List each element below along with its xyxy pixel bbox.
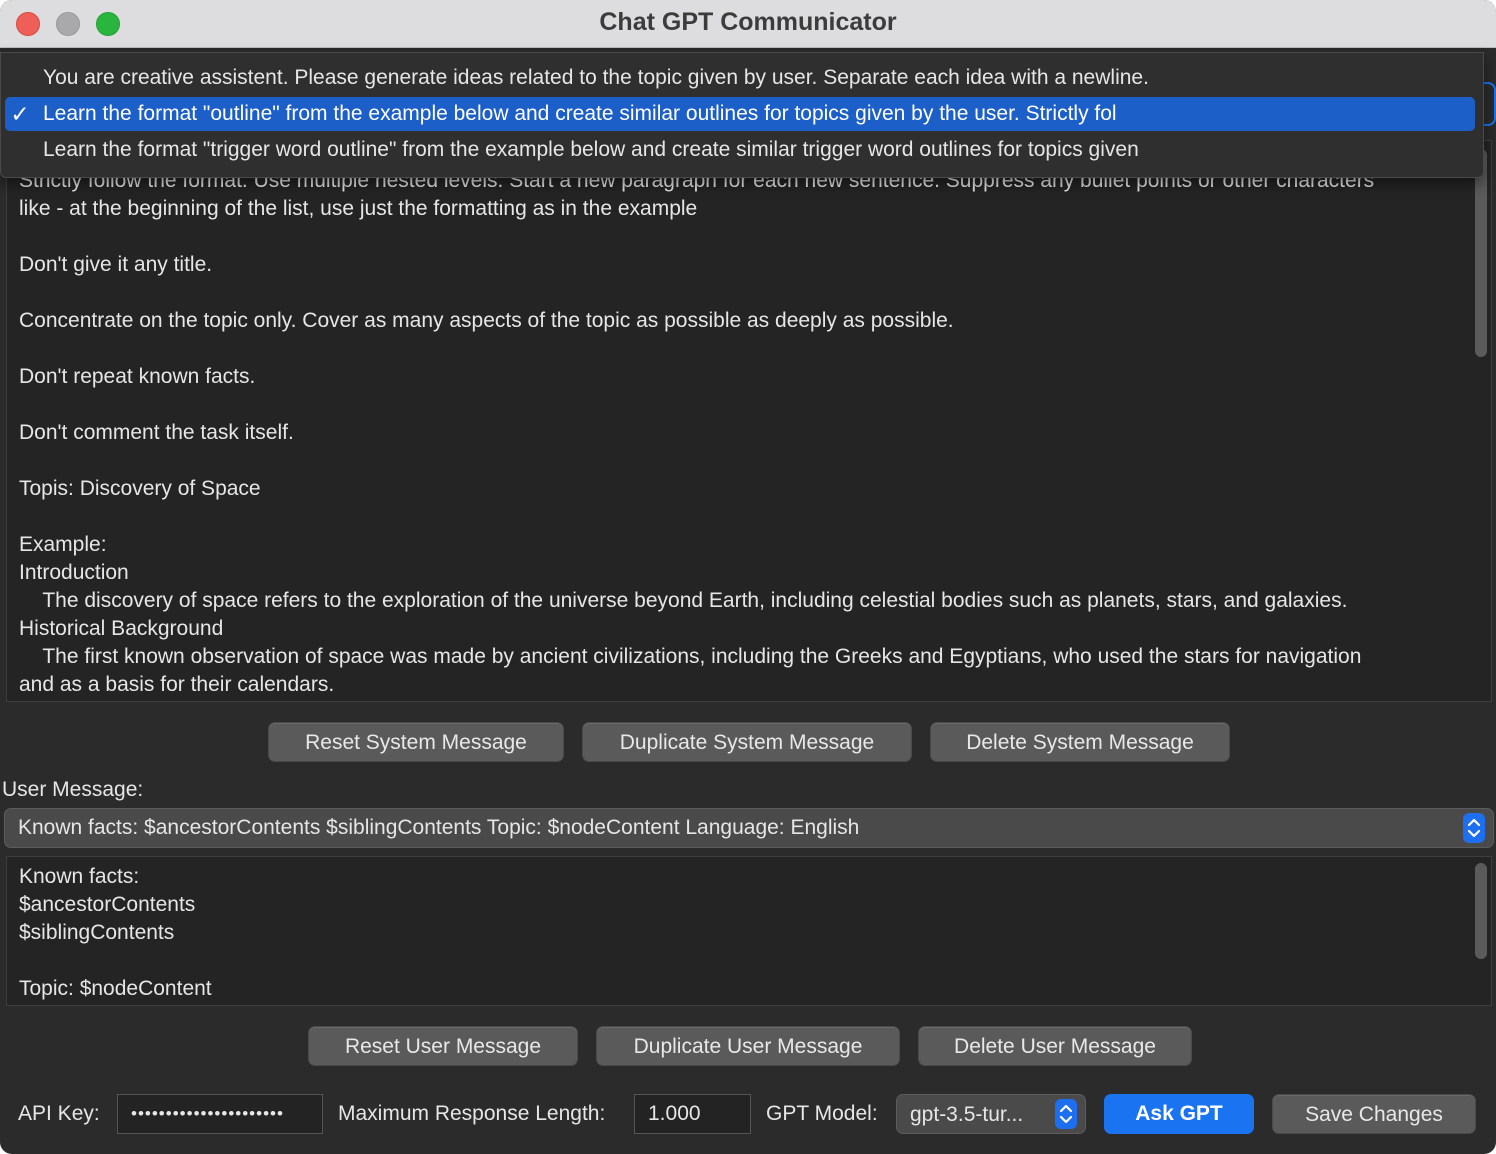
reset-system-message-button[interactable]: Reset System Message [268,722,564,762]
menu-item-label: Learn the format "outline" from the exam… [43,102,1117,125]
ask-gpt-button[interactable]: Ask GPT [1104,1094,1254,1134]
duplicate-user-message-button[interactable]: Duplicate User Message [596,1026,900,1066]
reset-user-message-button[interactable]: Reset User Message [308,1026,578,1066]
app-window: Chat GPT Communicator Strictly follow th… [0,0,1496,1154]
max-response-length-field[interactable]: 1.000 [634,1094,751,1134]
user-message-text[interactable]: Known facts: $ancestorContents $siblingC… [19,863,212,1003]
api-key-label: API Key: [18,1102,100,1125]
chevron-up-down-icon [1463,813,1485,843]
duplicate-system-message-button[interactable]: Duplicate System Message [582,722,912,762]
system-message-scrollbar[interactable] [1475,149,1487,357]
menu-item-trigger-word-outline[interactable]: Learn the format "trigger word outline" … [5,133,1475,167]
max-response-length-label: Maximum Response Length: [338,1102,606,1125]
menu-item-creative-assistant[interactable]: You are creative assistent. Please gener… [5,61,1475,95]
save-changes-button[interactable]: Save Changes [1272,1094,1476,1134]
user-message-editor[interactable]: Known facts: $ancestorContents $siblingC… [6,856,1492,1006]
api-key-field[interactable]: •••••••••••••••••••••• [117,1094,323,1134]
system-message-dropdown-menu: You are creative assistent. Please gener… [0,52,1484,178]
checkmark-icon: ✓ [10,101,30,127]
system-message-editor[interactable]: Strictly follow the format. Use multiple… [6,140,1492,702]
gpt-model-label: GPT Model: [766,1102,878,1125]
title-bar: Chat GPT Communicator [0,0,1496,48]
window-title: Chat GPT Communicator [599,8,897,36]
delete-system-message-button[interactable]: Delete System Message [930,722,1230,762]
delete-user-message-button[interactable]: Delete User Message [918,1026,1192,1066]
system-message-text[interactable]: Strictly follow the format. Use multiple… [19,167,1459,699]
gpt-model-value: gpt-3.5-tur... [910,1103,1024,1126]
gpt-model-select[interactable]: gpt-3.5-tur... [896,1094,1086,1134]
user-message-scrollbar[interactable] [1475,863,1487,959]
menu-item-label: Learn the format "trigger word outline" … [43,138,1139,161]
menu-item-label: You are creative assistent. Please gener… [43,66,1149,89]
menu-item-outline[interactable]: ✓ Learn the format "outline" from the ex… [5,97,1475,131]
user-message-label: User Message: [2,778,144,801]
user-message-select[interactable]: Known facts: $ancestorContents $siblingC… [4,808,1494,848]
chevron-up-down-icon [1055,1099,1077,1129]
user-message-select-value: Known facts: $ancestorContents $siblingC… [18,816,860,839]
